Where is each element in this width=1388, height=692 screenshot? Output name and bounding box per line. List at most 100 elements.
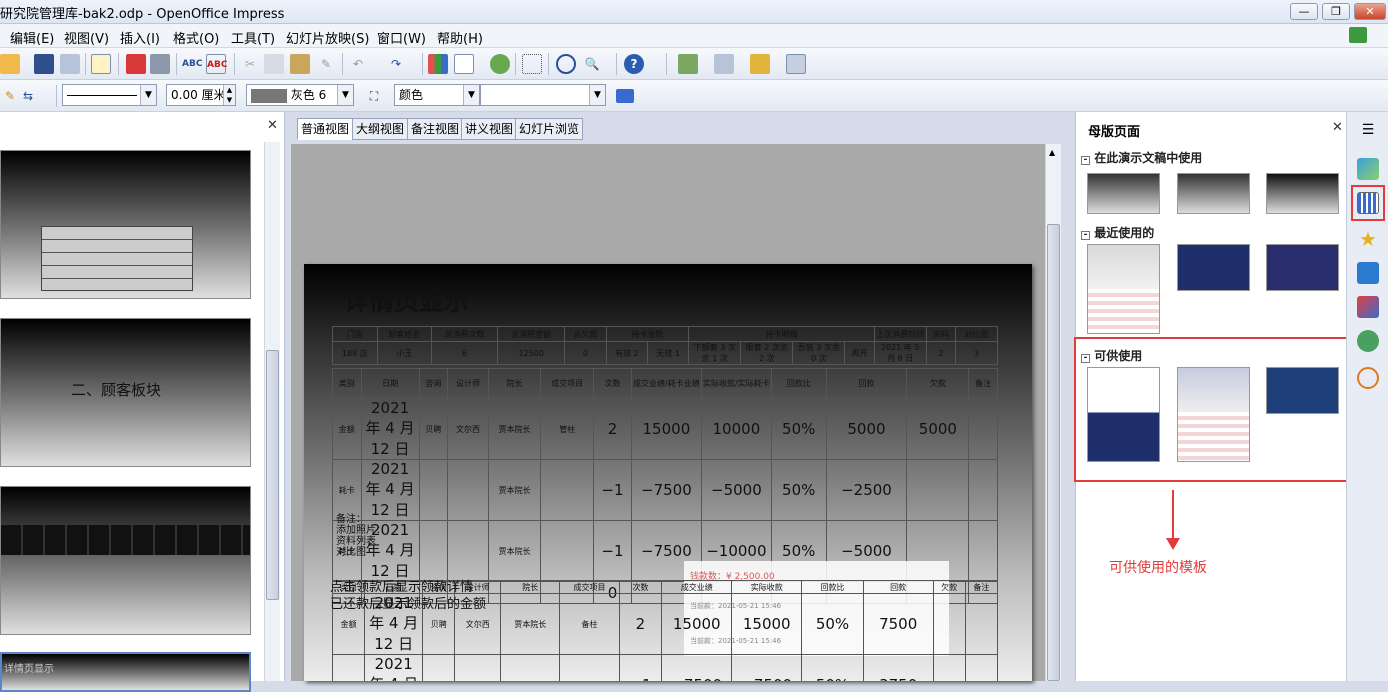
slide-layout-icon[interactable]	[750, 54, 770, 74]
print-icon[interactable]	[150, 54, 170, 74]
table-icon[interactable]	[454, 54, 474, 74]
area-fill-select[interactable]: ▼	[480, 84, 606, 106]
menu-slideshow[interactable]: 幻灯片放映(S)	[286, 28, 369, 47]
copy-icon[interactable]	[264, 54, 284, 74]
section-used-header[interactable]: - 在此演示文稿中使用	[1081, 149, 1202, 166]
master-thumb[interactable]	[1177, 173, 1250, 214]
close-button[interactable]: ✕	[1354, 3, 1386, 20]
menu-help[interactable]: 帮助(H)	[437, 28, 483, 47]
slides-scrollbar[interactable]	[264, 142, 280, 681]
scroll-up-icon[interactable]: ▲	[1049, 148, 1055, 157]
export-pdf-icon[interactable]	[126, 54, 146, 74]
slide-design-icon[interactable]	[714, 54, 734, 74]
animation-icon[interactable]: ★	[1357, 228, 1379, 250]
line-style-icon[interactable]: ✎	[0, 86, 20, 106]
slideshow-icon[interactable]	[786, 54, 806, 74]
menu-edit[interactable]: 编辑(E)	[10, 28, 54, 47]
transition-icon[interactable]	[1357, 262, 1379, 284]
cell: −1	[593, 520, 632, 582]
tab-notes[interactable]: 备注视图	[407, 118, 464, 140]
spellcheck-icon[interactable]: ABC	[182, 54, 202, 74]
minimize-button[interactable]: —	[1290, 3, 1318, 20]
section-recent-header[interactable]: - 最近使用的	[1081, 224, 1154, 241]
menu-tools[interactable]: 工具(T)	[231, 28, 275, 47]
email-icon[interactable]	[60, 54, 80, 74]
separator	[548, 53, 549, 75]
zoom-icon[interactable]: 🔍	[582, 54, 602, 74]
arrow-style-icon[interactable]: ⇆	[18, 86, 38, 106]
open-icon[interactable]	[0, 54, 20, 74]
menu-format[interactable]: 格式(O)	[173, 28, 219, 47]
cell: 贾本院长	[500, 654, 561, 681]
collapse-icon[interactable]: -	[1081, 156, 1090, 165]
menu-window[interactable]: 窗口(W)	[377, 28, 426, 47]
line-color-select[interactable]: 灰色 6 ▼	[246, 84, 354, 106]
area-style-select[interactable]: 颜色 ▼	[394, 84, 480, 106]
separator	[56, 85, 57, 107]
scroll-thumb[interactable]	[1047, 224, 1060, 681]
collapse-icon[interactable]: -	[1081, 231, 1090, 240]
navigator-icon[interactable]	[556, 54, 576, 74]
properties-icon[interactable]	[1357, 158, 1379, 180]
cell: 管柱	[540, 398, 595, 460]
close-icon[interactable]: ✕	[1332, 120, 1343, 135]
chevron-down-icon[interactable]: ▼	[337, 85, 353, 105]
cell: 2021 年 4 月 12 日	[364, 654, 424, 681]
redo-icon[interactable]: ↷	[386, 54, 406, 74]
navigator-icon[interactable]	[1357, 367, 1379, 389]
spinner-icon[interactable]: ▲ ▼	[223, 85, 235, 105]
menu-view[interactable]: 视图(V)	[64, 28, 109, 47]
sidebar-menu-icon[interactable]: ☰	[1357, 122, 1379, 144]
note-line: 资料列表	[336, 536, 376, 547]
cell: −7500	[661, 654, 733, 681]
emoji-icon[interactable]	[490, 54, 510, 74]
paste-icon[interactable]	[290, 54, 310, 74]
styles-icon[interactable]	[1357, 296, 1379, 318]
detail-row: 耗卡 2021 年 4 月 12 日 贾本院长 −1 −7500 −5000 5…	[332, 459, 998, 521]
close-icon[interactable]: ✕	[267, 118, 278, 133]
menu-insert[interactable]: 插入(I)	[120, 28, 160, 47]
header-cell: 门店	[332, 326, 378, 342]
chevron-down-icon[interactable]: ▼	[589, 85, 605, 105]
help-icon[interactable]: ?	[624, 54, 644, 74]
tab-normal[interactable]: 普通视图	[297, 118, 354, 140]
scroll-thumb[interactable]	[266, 350, 279, 600]
format-paintbrush-icon[interactable]: ✎	[316, 54, 336, 74]
tab-handout[interactable]: 讲义视图	[461, 118, 518, 140]
cell: 50%	[801, 654, 864, 681]
undo-icon[interactable]: ↶	[348, 54, 368, 74]
workarea-scrollbar[interactable]: ▲	[1045, 144, 1061, 681]
tab-outline[interactable]: 大纲视图	[352, 118, 409, 140]
cell: 金额	[332, 398, 362, 460]
line-style-select[interactable]: ▼	[62, 84, 157, 106]
slide-thumbnail-2[interactable]: 二、顾客板块	[0, 318, 251, 467]
slide-canvas[interactable]: 详情页显示 门店 顾客姓名 总消费次数 总消费金额 总欠款 持卡张数 持卡明细 …	[304, 264, 1032, 681]
save-icon[interactable]	[34, 54, 54, 74]
chevron-down-icon[interactable]: ▼	[140, 85, 156, 105]
master-thumb[interactable]	[1087, 244, 1160, 334]
master-thumb[interactable]	[1266, 244, 1339, 291]
shadow-icon[interactable]	[616, 89, 634, 103]
maximize-button[interactable]: ❐	[1322, 3, 1350, 20]
autospellcheck-icon[interactable]: ABC	[206, 54, 227, 74]
master-thumb[interactable]	[1266, 173, 1339, 214]
chart-icon[interactable]	[428, 54, 448, 74]
slide-thumbnail-3[interactable]	[0, 486, 251, 635]
line-width-input[interactable]: 0.00 厘米 ▲ ▼	[166, 84, 236, 106]
area-icon[interactable]: ⛶	[364, 86, 384, 106]
master-slides-icon[interactable]	[1357, 192, 1379, 214]
grid-icon[interactable]	[522, 54, 542, 74]
master-thumb[interactable]	[1177, 244, 1250, 291]
slide-thumbnail-1[interactable]	[0, 150, 251, 299]
update-icon[interactable]	[1349, 27, 1367, 43]
chevron-down-icon[interactable]: ▼	[463, 85, 479, 105]
gallery-icon[interactable]	[1357, 330, 1379, 352]
edit-file-icon[interactable]	[91, 54, 111, 74]
slide-icon[interactable]	[678, 54, 698, 74]
master-thumb[interactable]	[1087, 173, 1160, 214]
slide-thumbnail-4[interactable]: 详情页显示	[0, 652, 251, 692]
tab-slide-sorter[interactable]: 幻灯片浏览	[515, 118, 584, 140]
cut-icon[interactable]: ✂	[240, 54, 260, 74]
separator	[616, 53, 617, 75]
summary-data-row: 188 店 小王 6 12500 0 有效 2 无效 1 下额套 3 次余 1 …	[332, 341, 998, 365]
